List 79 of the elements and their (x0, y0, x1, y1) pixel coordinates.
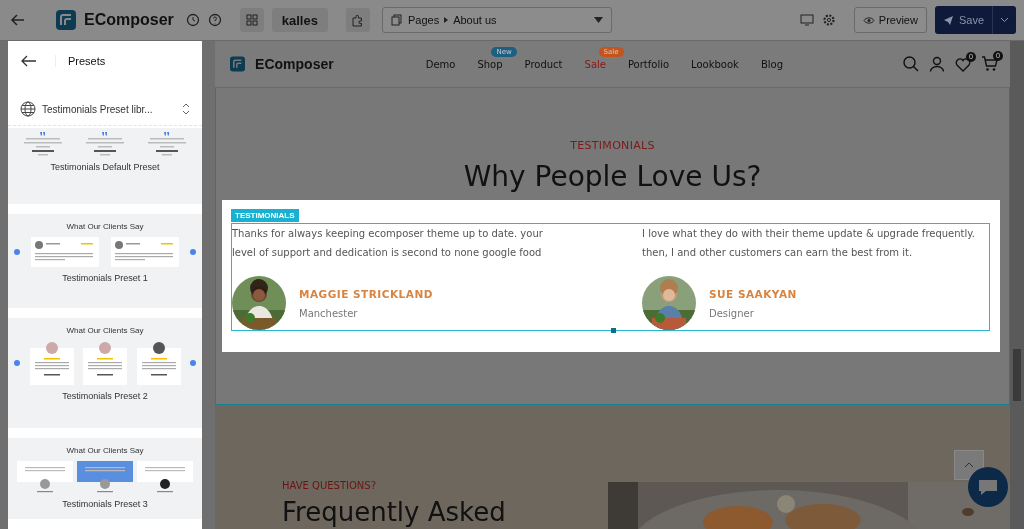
faq-heading: Frequently Asked (282, 497, 507, 527)
preset-title: Testimonials Preset 2 (62, 391, 148, 401)
nav-link[interactable]: Demo (425, 58, 456, 70)
chevron-down-icon (1000, 17, 1009, 23)
quote-icon (102, 132, 108, 136)
nav-link[interactable]: Shop (477, 58, 503, 70)
review-card-drawing (17, 461, 73, 493)
preset-title: Testimonials Preset 3 (62, 499, 148, 509)
customer-role: Designer (709, 307, 755, 319)
preset-title: Testimonials Preset 1 (62, 273, 148, 283)
grid-icon[interactable] (239, 8, 264, 32)
history-icon[interactable] (185, 13, 200, 27)
nav-link[interactable]: Portfolio (627, 58, 670, 70)
review-card-drawing (136, 341, 181, 385)
sort-icon (182, 103, 190, 115)
preset-heading: What Our Clients Say (66, 222, 144, 231)
library-select[interactable]: Testimonials Preset libr... (8, 93, 202, 126)
testimonial-text: Thanks for always keeping ecomposer theme up to date. your level of support and dedication is second to none google food (232, 227, 544, 260)
logo-icon (56, 10, 76, 30)
review-card-drawing (31, 237, 100, 267)
review-card-drawing (110, 237, 179, 267)
app-brand: EComposer (84, 11, 174, 29)
theme-button[interactable]: kalles (271, 8, 328, 32)
element-tag[interactable]: TESTIMONIALS (231, 209, 299, 222)
section-heading: Why People Love Us? (463, 160, 762, 194)
send-icon (942, 14, 954, 26)
user-icon[interactable] (929, 56, 945, 72)
review-card-drawing (77, 461, 133, 493)
faq-eyebrow: HAVE QUESTIONS? (282, 480, 377, 491)
review-card-drawing (137, 461, 193, 493)
quote-icon (40, 132, 46, 136)
save-button[interactable]: Save (934, 6, 992, 34)
preset-card[interactable]: What Our Clients Say Testimonials Preset 1 (8, 214, 202, 308)
desktop-icon[interactable] (799, 14, 814, 26)
chevron-up-icon (964, 462, 974, 468)
preset-heading: What Our Clients Say (66, 446, 144, 455)
preview-button[interactable]: Preview (853, 7, 927, 33)
quote-icon (164, 132, 170, 136)
help-icon[interactable] (207, 13, 222, 27)
review-card-drawing (29, 341, 74, 385)
text-lines-drawing (148, 138, 186, 156)
globe-icon (20, 101, 36, 117)
settings-icon[interactable] (821, 13, 836, 27)
slider-dot-icon (190, 249, 196, 255)
puzzle-icon[interactable] (345, 8, 370, 32)
logo-icon (230, 55, 246, 73)
nav-link[interactable]: Lookbook (691, 58, 739, 70)
nav-link[interactable]: Product (524, 58, 563, 70)
panel-title: Presets (55, 55, 106, 67)
page-selector[interactable]: Pages About us (381, 7, 612, 33)
review-card-drawing (83, 341, 127, 385)
slider-dot-icon (14, 249, 20, 255)
caret-icon (593, 17, 603, 23)
pages-icon (390, 14, 403, 26)
text-lines-drawing (24, 138, 62, 156)
customer-name: SUE SAAKYAN (709, 287, 797, 300)
scrollbar-thumb[interactable] (1013, 349, 1021, 401)
preset-card[interactable]: Testimonials Default Preset (8, 128, 202, 204)
preset-heading: What Our Clients Say (66, 326, 144, 335)
search-icon[interactable] (903, 56, 919, 72)
preset-card[interactable]: What Our Clients Say Testimonials Preset 2 (8, 318, 202, 428)
customer-name: MAGGIE STRICKLAND (299, 287, 433, 300)
chat-icon (978, 478, 998, 496)
eye-icon (862, 15, 875, 25)
testimonial-text: I love what they do with their theme update & upgrade frequently. then, I and other customers can earn the best from it. (642, 227, 976, 260)
resize-handle[interactable] (610, 328, 616, 333)
cart-icon[interactable] (981, 56, 998, 72)
heart-icon[interactable] (955, 56, 971, 72)
customer-role: Manchester (299, 307, 359, 319)
preset-card[interactable]: What Our Clients Say Testimonials Preset 3 (8, 438, 202, 519)
slider-dot-icon (14, 360, 20, 366)
text-lines-drawing (86, 138, 124, 156)
section-eyebrow: TESTIMONIALS (570, 139, 655, 152)
site-brand: EComposer (255, 56, 334, 72)
back-icon[interactable] (21, 55, 37, 67)
slider-dot-icon (190, 360, 196, 366)
chevron-right-icon (444, 17, 449, 23)
nav-link[interactable]: Blog (760, 58, 783, 70)
preset-title: Testimonials Default Preset (50, 162, 160, 172)
